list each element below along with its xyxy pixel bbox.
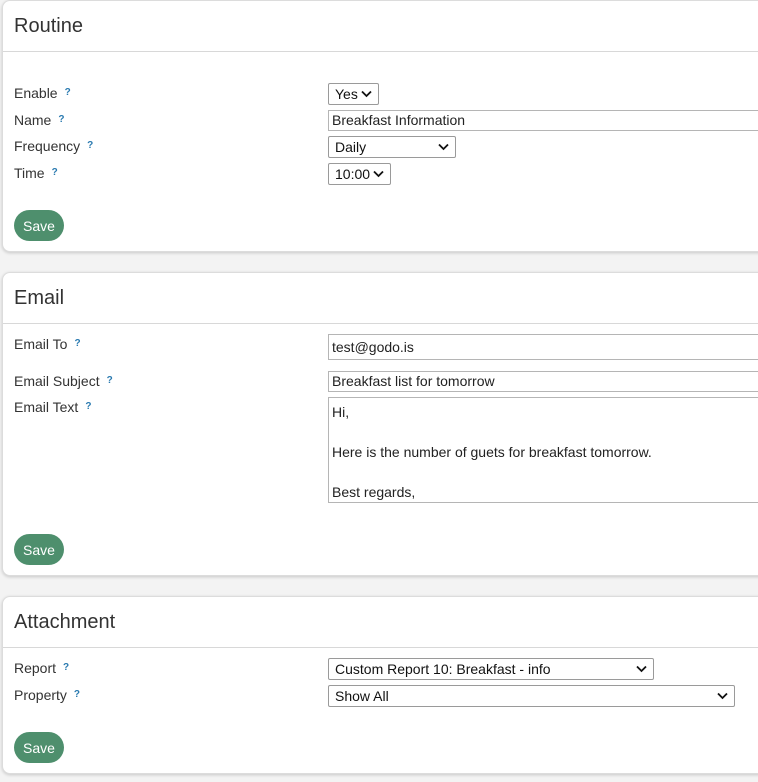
name-input-value: Breakfast Information	[332, 112, 466, 128]
frequency-select-value: Daily	[335, 139, 367, 155]
email-subject-input-value: Breakfast list for tomorrow	[332, 373, 495, 389]
routine-save-button[interactable]: Save	[14, 210, 64, 241]
name-label-row: Name?	[14, 112, 64, 128]
email-to-label: Email To	[14, 336, 68, 352]
property-select[interactable]: Show All	[328, 685, 735, 707]
email-text-help-icon[interactable]: ?	[85, 401, 91, 412]
attachment-divider	[3, 647, 758, 648]
report-label-row: Report?	[14, 660, 69, 676]
routine-title: Routine	[14, 15, 83, 37]
report-select-value: Custom Report 10: Breakfast - info	[335, 661, 551, 677]
chevron-down-icon	[373, 170, 384, 178]
email-to-help-icon[interactable]: ?	[74, 338, 80, 349]
routine-divider	[3, 51, 758, 52]
property-label-row: Property?	[14, 687, 80, 703]
chevron-down-icon	[361, 90, 372, 98]
email-text-label-row: Email Text?	[14, 399, 91, 415]
attachment-title: Attachment	[14, 611, 116, 633]
frequency-label: Frequency	[14, 138, 81, 154]
email-save-button[interactable]: Save	[14, 534, 64, 565]
email-to-input-value: test@godo.is	[332, 339, 414, 355]
email-panel: Email Email To? test@godo.is Email Subje…	[2, 272, 758, 576]
email-title: Email	[14, 287, 65, 309]
email-text-textarea[interactable]: Hi, Here is the number of guets for brea…	[328, 397, 758, 503]
email-to-label-row: Email To?	[14, 336, 81, 352]
enable-label-row: Enable?	[14, 85, 71, 101]
enable-label: Enable	[14, 85, 58, 101]
email-subject-label: Email Subject	[14, 373, 100, 389]
attachment-panel: Attachment Report? Custom Report 10: Bre…	[2, 596, 758, 774]
property-help-icon[interactable]: ?	[74, 689, 80, 700]
time-help-icon[interactable]: ?	[52, 167, 58, 178]
time-select[interactable]: 10:00	[328, 163, 391, 185]
time-label: Time	[14, 165, 45, 181]
name-label: Name	[14, 112, 52, 128]
frequency-label-row: Frequency?	[14, 138, 93, 154]
enable-select[interactable]: Yes	[328, 83, 379, 105]
attachment-save-button[interactable]: Save	[14, 732, 64, 763]
report-label: Report	[14, 660, 57, 676]
routine-panel: Routine Enable? Yes Name? Breakfast Info…	[2, 0, 758, 252]
report-select[interactable]: Custom Report 10: Breakfast - info	[328, 658, 654, 680]
name-help-icon[interactable]: ?	[58, 114, 64, 125]
chevron-down-icon	[636, 665, 647, 673]
email-subject-help-icon[interactable]: ?	[107, 375, 113, 386]
chevron-down-icon	[717, 692, 728, 700]
frequency-help-icon[interactable]: ?	[87, 140, 93, 151]
time-select-value: 10:00	[335, 166, 371, 182]
time-label-row: Time?	[14, 165, 58, 181]
chevron-down-icon	[438, 143, 449, 151]
email-divider	[3, 323, 758, 324]
email-subject-input[interactable]: Breakfast list for tomorrow	[328, 371, 758, 392]
email-subject-label-row: Email Subject?	[14, 373, 113, 389]
email-text-label: Email Text	[14, 399, 79, 415]
enable-help-icon[interactable]: ?	[65, 87, 71, 98]
enable-select-value: Yes	[335, 86, 358, 102]
report-help-icon[interactable]: ?	[63, 662, 69, 673]
email-to-input[interactable]: test@godo.is	[328, 334, 758, 360]
property-select-value: Show All	[335, 688, 389, 704]
property-label: Property	[14, 687, 67, 703]
name-input[interactable]: Breakfast Information	[328, 110, 758, 131]
frequency-select[interactable]: Daily	[328, 136, 456, 158]
